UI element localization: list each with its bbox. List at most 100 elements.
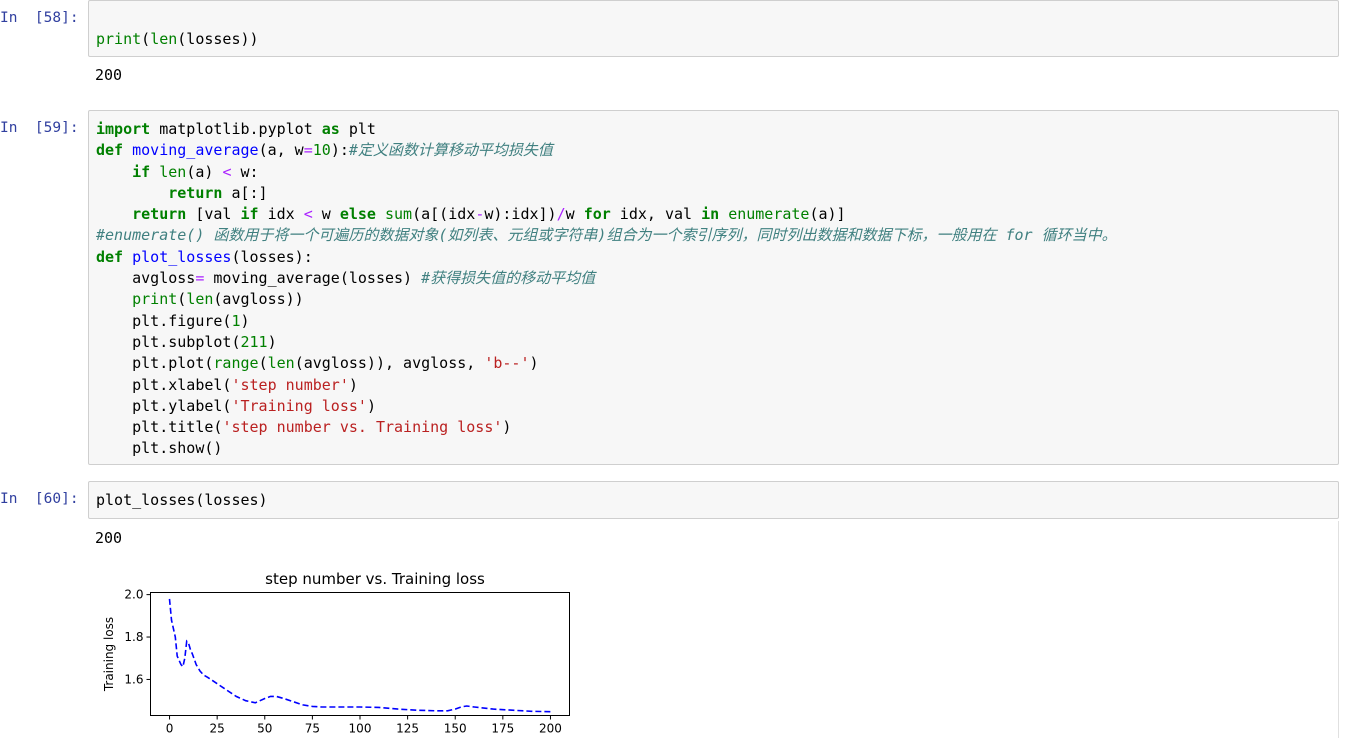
code-token: plt.figure( (96, 311, 232, 330)
x-tick-label: 200 (539, 722, 562, 736)
code-line: import matplotlib.pyplot as plt (96, 119, 1117, 140)
code-line: plot_losses(losses) (96, 490, 268, 511)
code-editor[interactable]: import matplotlib.pyplot as plt def movin… (88, 110, 1339, 465)
y-tick-label: 2.0 (124, 588, 143, 602)
axis-ticks: 0 25 50 75 100 125 150 175 200 1.6 1.8 2.0 (124, 588, 562, 736)
code-token: plot_losses (132, 247, 232, 266)
code-token: < (303, 205, 313, 224)
output-text: 200 (95, 66, 123, 84)
code-line: plt.show() (96, 438, 1117, 459)
code-token: range (213, 354, 259, 373)
code-token: print (96, 30, 142, 48)
plot-area (150, 592, 570, 716)
x-tick-label: 125 (396, 722, 419, 736)
code-token: ) (366, 396, 376, 415)
code-token: ( (258, 354, 268, 373)
code-token: 'b--' (484, 354, 530, 373)
code-token: ) (502, 418, 512, 437)
code-line: if len(a) < w: (96, 162, 1117, 183)
code-line: plt.ylabel('Training loss') (96, 396, 1117, 417)
code-token: w (312, 205, 340, 224)
code-token: 1 (231, 311, 241, 330)
code-editor[interactable]: plot_losses(losses) (88, 481, 1339, 519)
code-token: 'step number vs. Training loss' (222, 418, 503, 437)
code-token: plt.show() (96, 439, 223, 458)
x-tick-label: 150 (444, 722, 467, 736)
code-token: moving_average(losses) (204, 269, 422, 288)
x-tick-label: 75 (305, 722, 320, 736)
x-tick-label: 25 (210, 722, 225, 736)
input-prompt: In [58]: (0, 10, 79, 26)
x-tick-label: 175 (491, 722, 514, 736)
code-token: moving_average (132, 141, 259, 160)
chart-title: step number vs. Training loss (265, 570, 485, 588)
code-line: def moving_average(a, w=10):#定义函数计算移动平均损… (96, 140, 1117, 161)
code-token: print (132, 290, 178, 309)
code-token: w (565, 205, 584, 224)
code-token: return (168, 183, 223, 202)
code-token: len (267, 354, 295, 373)
code-token: plt.plot( (96, 354, 214, 373)
code-token: #定义函数计算移动平均损失值 (348, 141, 553, 160)
code-token: a[:] (222, 183, 268, 202)
code-line: plt.subplot(211) (96, 332, 1117, 353)
code-token: len (150, 30, 178, 48)
code-token: / (556, 205, 566, 224)
loss-chart: step number vs. Training loss Training l… (102, 570, 570, 736)
code-line: print(len(losses)) (96, 29, 259, 50)
code-token: plt.subplot( (96, 332, 241, 351)
code-token: ( (177, 290, 187, 309)
code-token: 'step number' (231, 375, 349, 394)
code-line: plt.xlabel('step number') (96, 375, 1117, 396)
code-token: = (303, 141, 313, 160)
code-token: def (96, 247, 124, 266)
code-token: idx, val (610, 205, 702, 224)
code-token: ) (529, 354, 539, 373)
x-tick-label: 0 (166, 722, 174, 736)
code-token: (losses)) (177, 30, 259, 48)
code-token: (a)] (809, 205, 846, 224)
code-token: (avgloss)) (213, 290, 304, 309)
code-token: ) (348, 375, 358, 394)
code-token: ): (330, 141, 349, 160)
code-text: import matplotlib.pyplot as plt def movin… (96, 119, 1117, 460)
code-token: else (339, 205, 376, 224)
code-token: as (321, 120, 340, 138)
code-token: avgloss (96, 269, 196, 288)
code-line: plt.figure(1) (96, 311, 1117, 332)
code-token: [val (186, 205, 241, 224)
code-token: #获得损失值的移动平均值 (421, 269, 596, 288)
code-token: (losses): (231, 247, 313, 266)
code-token: (a, w (258, 141, 304, 160)
input-prompt: In [60]: (0, 491, 79, 507)
input-prompt: In [59]: (0, 120, 79, 136)
x-tick-label: 100 (349, 722, 372, 736)
code-token: (a) (186, 162, 223, 181)
code-line: print(len(avgloss)) (96, 289, 1117, 310)
code-token: if (240, 205, 259, 224)
code-editor[interactable]: print(len(losses)) (88, 0, 1339, 57)
code-token: 'Training loss' (231, 396, 367, 415)
code-line: avgloss= moving_average(losses) #获得损失值的移… (96, 268, 1117, 289)
code-text: print(len(losses)) (96, 29, 259, 50)
code-token: if (132, 162, 151, 181)
code-token: (avgloss)), avgloss, (294, 354, 485, 373)
code-token: idx (258, 205, 304, 224)
code-token: for (583, 205, 611, 224)
code-token: - (475, 205, 485, 224)
code-token: ) (240, 311, 250, 330)
code-token: return (132, 205, 187, 224)
y-tick-label: 1.6 (124, 672, 143, 686)
code-line: #enumerate() 函数用于将一个可遍历的数据对象(如列表、元组或字符串)… (96, 225, 1117, 246)
code-token: matplotlib.pyplot (150, 120, 322, 138)
code-text: plot_losses(losses) (96, 490, 268, 511)
code-token: enumerate (728, 205, 810, 224)
